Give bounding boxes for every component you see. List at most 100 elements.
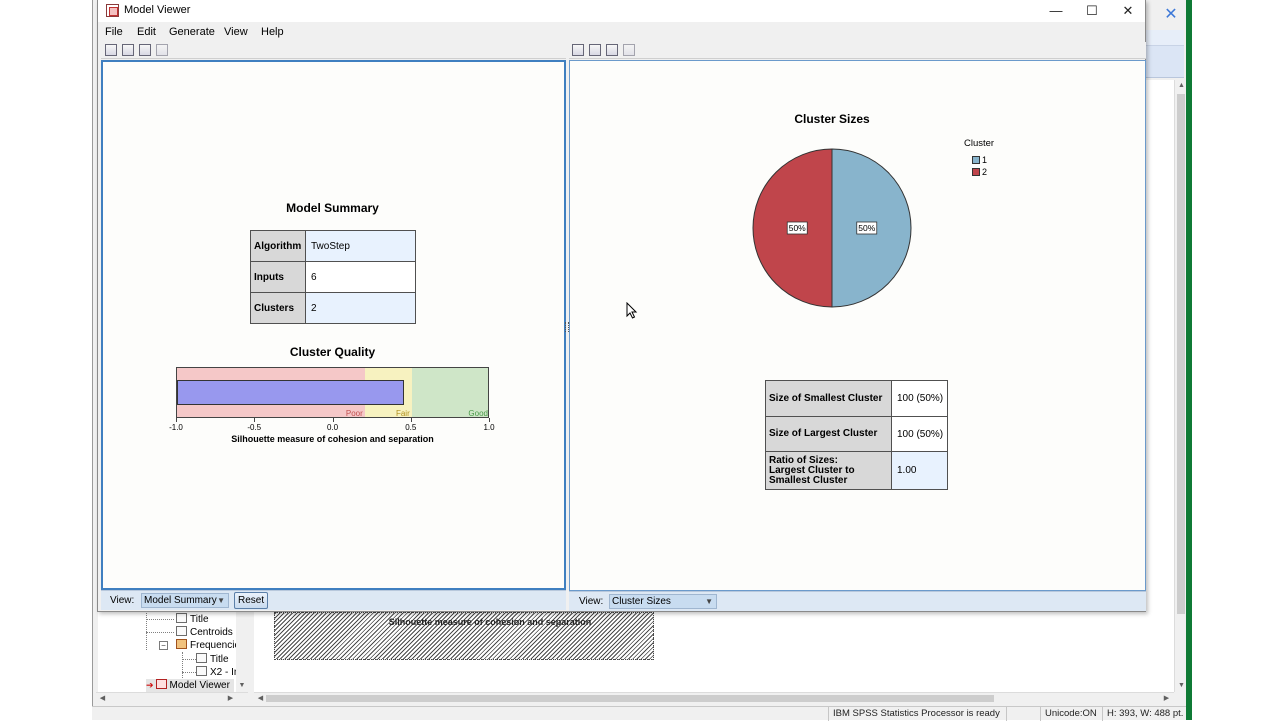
menu-bar: File Edit Generate View Help <box>98 22 1145 42</box>
tree-item-model-viewer[interactable]: ➔ Model Viewer <box>146 679 234 692</box>
chevron-down-icon: ▼ <box>217 596 225 605</box>
right-pane-toolbar <box>569 42 1146 59</box>
table-row: Size of Smallest Cluster 100 (50%) <box>765 380 948 417</box>
scroll-down-icon[interactable]: ▼ <box>236 680 248 692</box>
model-summary-table: Algorithm TwoStep Inputs 6 Clusters 2 <box>250 230 416 324</box>
status-bar: IBM SPSS Statistics Processor is ready U… <box>92 706 1186 721</box>
reset-view-icon[interactable] <box>156 44 168 56</box>
view-label: View: <box>110 595 135 606</box>
menu-help[interactable]: Help <box>261 26 284 38</box>
cluster-quality-chart: Poor Fair Good <box>176 367 489 418</box>
table-row: Size of Largest Cluster 100 (50%) <box>765 416 948 452</box>
tree-item-title[interactable]: Title <box>176 613 209 626</box>
menu-file[interactable]: File <box>105 26 123 38</box>
scroll-right-icon[interactable]: ▶ <box>1160 693 1173 705</box>
zone-label: Fair <box>395 409 410 418</box>
legend-swatch <box>972 156 980 164</box>
reset-button[interactable]: Reset <box>234 592 269 609</box>
view-label: View: <box>579 596 604 607</box>
book-icon <box>176 639 187 649</box>
tree-item-centroids[interactable]: Centroids <box>176 626 233 639</box>
copy-data-icon[interactable] <box>589 44 601 56</box>
chevron-down-icon: ▼ <box>705 597 713 606</box>
close-button[interactable]: ✕ <box>1110 0 1146 22</box>
output-toolbar-strip <box>1146 46 1184 78</box>
sizes-row-value: 1.00 <box>891 451 948 490</box>
scrollbar-thumb[interactable] <box>1177 94 1185 614</box>
summary-row-value: 2 <box>305 292 416 324</box>
tree-item-title[interactable]: Title <box>196 653 229 666</box>
sizes-row-label: Size of Largest Cluster <box>765 416 892 452</box>
title-bar[interactable]: Model Viewer — ☐ ✕ <box>98 0 1145 22</box>
axis-tick-label: -0.5 <box>247 423 262 432</box>
axis-tick-label: -1.0 <box>169 423 183 432</box>
quality-axis-label: Silhouette measure of cohesion and separ… <box>231 434 434 444</box>
document-icon <box>176 613 187 623</box>
pane-splitter-handle[interactable] <box>565 322 569 332</box>
legend-swatch <box>972 168 980 176</box>
status-spacer <box>1006 707 1040 721</box>
axis-tick-label: 1.0 <box>483 423 495 432</box>
menu-view[interactable]: View <box>224 26 248 38</box>
output-window-close-icon[interactable]: ✕ <box>1158 4 1184 26</box>
tree-item-x2[interactable]: X2 - In <box>196 666 239 679</box>
menu-edit[interactable]: Edit <box>137 26 156 38</box>
view-select-right[interactable]: Cluster Sizes ▼ <box>609 594 717 609</box>
copy-visualization-icon[interactable] <box>105 44 117 56</box>
silhouette-bar <box>177 380 404 405</box>
zone-label: Poor <box>345 409 363 418</box>
tree-vertical-scrollbar[interactable]: ▼ <box>236 610 248 692</box>
scroll-left-icon[interactable]: ◀ <box>96 693 109 705</box>
output-horizontal-scrollbar[interactable]: ◀ ▶ <box>254 692 1174 704</box>
cluster-quality-title: Cluster Quality <box>289 345 376 359</box>
collapse-toggle-icon[interactable]: − <box>159 641 168 650</box>
copy-visualization-icon[interactable] <box>572 44 584 56</box>
table-row: Inputs 6 <box>250 261 416 293</box>
print-icon[interactable] <box>606 44 618 56</box>
placeholder-caption: Silhouette measure of cohesion and separ… <box>388 617 592 627</box>
pie-data-label: 50% <box>786 221 808 235</box>
table-row: Algorithm TwoStep <box>250 230 416 262</box>
axis-tick-label: 0.5 <box>405 423 417 432</box>
left-pane-toolbar <box>101 42 566 59</box>
summary-row-label: Clusters <box>250 292 306 324</box>
status-unicode: Unicode:ON <box>1040 707 1101 721</box>
right-pane-footer: View: Cluster Sizes ▼ <box>569 591 1146 611</box>
pie-data-label: 50% <box>856 221 878 235</box>
svg-text:50%: 50% <box>858 223 875 233</box>
axis-tick <box>489 418 490 422</box>
mouse-cursor-icon <box>626 302 638 319</box>
output-content-pane <box>1146 80 1176 692</box>
summary-row-label: Algorithm <box>250 230 306 262</box>
reset-view-icon[interactable] <box>623 44 635 56</box>
left-pane-footer: View: Model Summary ▼ Reset <box>101 590 566 610</box>
outline-tree: − Title Centroids Frequencie Title X2 - … <box>98 610 248 692</box>
minimize-button[interactable]: — <box>1038 0 1074 22</box>
document-icon <box>196 653 207 663</box>
print-icon[interactable] <box>139 44 151 56</box>
axis-tick <box>410 418 412 422</box>
cluster-sizes-title: Cluster Sizes <box>794 112 870 126</box>
window-edge <box>1186 0 1192 720</box>
sizes-row-value: 100 (50%) <box>891 380 948 417</box>
model-summary-pane[interactable] <box>101 60 566 590</box>
zone-label: Good <box>468 409 488 418</box>
axis-tick <box>332 418 334 422</box>
menu-generate[interactable]: Generate <box>169 26 215 38</box>
summary-row-value: TwoStep <box>305 230 416 262</box>
legend-item-1: 1 <box>972 155 987 165</box>
tree-horizontal-scrollbar[interactable]: ◀ ▶ <box>96 692 248 704</box>
legend-item-2: 2 <box>972 167 987 177</box>
tree-item-frequencies[interactable]: Frequencie <box>176 639 240 652</box>
sizes-row-value: 100 (50%) <box>891 416 948 452</box>
maximize-button[interactable]: ☐ <box>1074 0 1110 22</box>
view-select-left[interactable]: Model Summary ▼ <box>141 593 229 608</box>
scroll-right-icon[interactable]: ▶ <box>224 693 237 705</box>
scrollbar-thumb[interactable] <box>266 695 994 702</box>
axis-tick-label: 0.0 <box>326 423 339 432</box>
table-icon <box>176 626 187 636</box>
summary-row-label: Inputs <box>250 261 306 293</box>
model-viewer-app-icon <box>106 4 119 17</box>
copy-data-icon[interactable] <box>122 44 134 56</box>
arrow-marker-icon: ➔ <box>146 680 154 690</box>
